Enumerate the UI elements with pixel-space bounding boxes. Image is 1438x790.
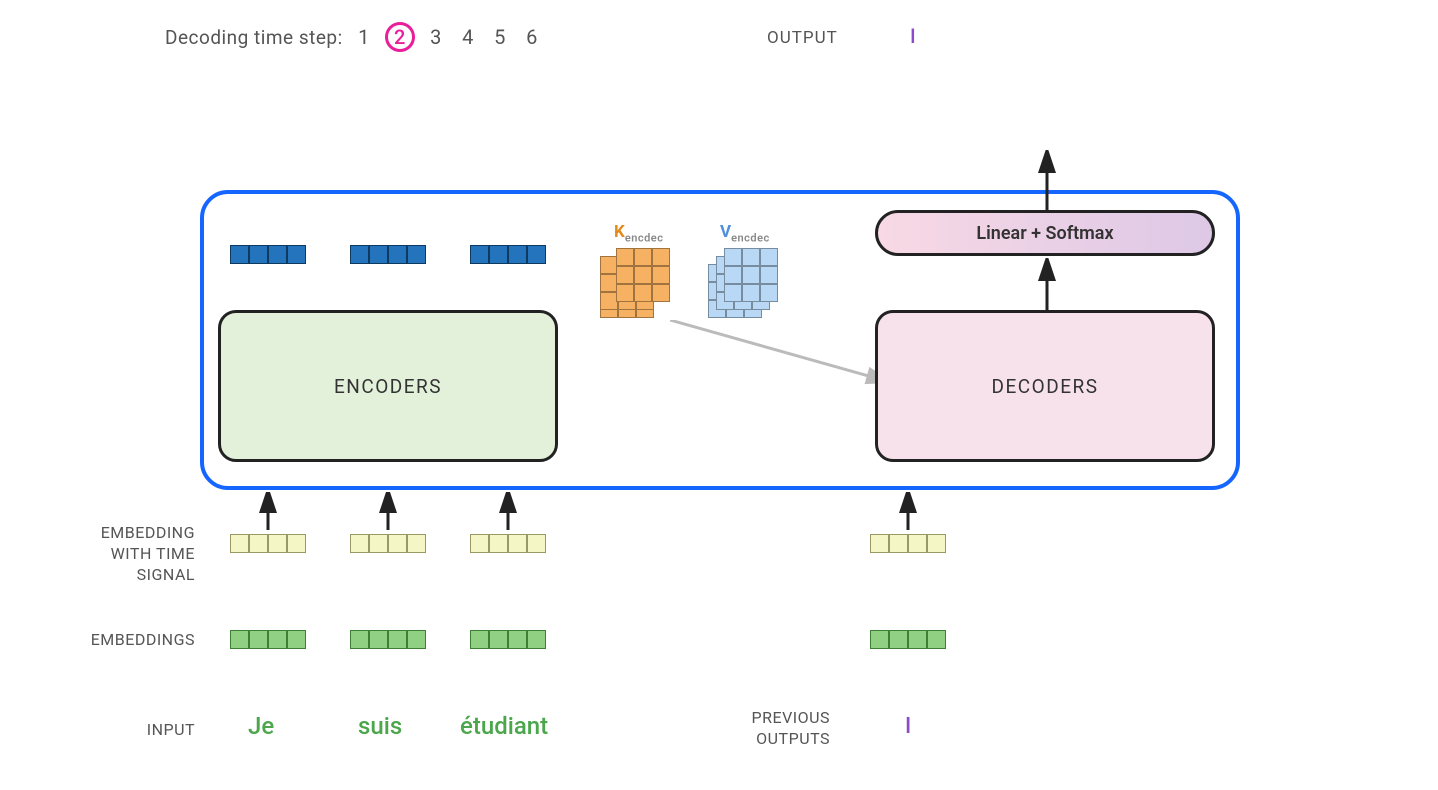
embed-arrow-dec <box>896 492 920 532</box>
embed-vec-dec <box>870 630 946 649</box>
v-matrix-icon <box>708 248 780 320</box>
timestep-1: 1 <box>353 25 375 49</box>
timestep-2: 2 <box>385 22 415 52</box>
input-label: INPUT <box>30 720 195 741</box>
timestep-label: Decoding time step: <box>165 26 343 49</box>
timestep-5: 5 <box>489 25 511 49</box>
embedding-time-line2: WITH TIME <box>111 544 195 563</box>
k-sub: encdec <box>625 231 664 244</box>
embed-arrow-2 <box>376 492 400 532</box>
input-token-3: étudiant <box>460 712 548 740</box>
linear-softmax-label: Linear + Softmax <box>976 223 1113 244</box>
decoders-block: DECODERS <box>875 310 1215 462</box>
embed-arrow-1 <box>256 492 280 532</box>
embed-vec-1 <box>230 630 306 649</box>
input-token-1: Je <box>248 712 274 740</box>
embed-arrow-3 <box>496 492 520 532</box>
embedding-time-line3: SIGNAL <box>137 565 195 584</box>
output-label: OUTPUT <box>767 28 838 48</box>
embedding-time-line1: EMBEDDING <box>101 523 195 542</box>
output-token: I <box>910 24 916 48</box>
time-embed-vec-1 <box>230 534 306 553</box>
time-embed-vec-3 <box>470 534 546 553</box>
encoder-output-vec-1 <box>230 245 306 264</box>
v-sub: encdec <box>731 231 770 244</box>
time-embed-vec-2 <box>350 534 426 553</box>
previous-outputs-line1: PREVIOUS <box>752 708 830 727</box>
k-letter: K <box>614 222 625 242</box>
previous-outputs-line2: OUTPUTS <box>756 729 830 748</box>
timestep-6: 6 <box>521 25 543 49</box>
k-encdec-label: Kencdec <box>614 222 663 244</box>
timestep-3: 3 <box>425 25 447 49</box>
encoder-output-vec-2 <box>350 245 426 264</box>
embedding-time-label: EMBEDDING WITH TIME SIGNAL <box>30 523 195 585</box>
previous-output-token: I <box>905 714 911 739</box>
embeddings-label: EMBEDDINGS <box>30 630 195 651</box>
encoders-label: ENCODERS <box>334 375 442 398</box>
encoder-output-vec-3 <box>470 245 546 264</box>
encoders-block: ENCODERS <box>218 310 558 462</box>
timestep-4: 4 <box>457 25 479 49</box>
embed-vec-3 <box>470 630 546 649</box>
previous-outputs-label: PREVIOUS OUTPUTS <box>680 708 830 750</box>
v-encdec-label: Vencdec <box>720 222 770 244</box>
decoders-label: DECODERS <box>992 375 1099 398</box>
embed-vec-2 <box>350 630 426 649</box>
time-embed-vec-dec <box>870 534 946 553</box>
linear-to-output-arrow <box>1035 150 1059 212</box>
v-letter: V <box>720 222 731 242</box>
linear-softmax-block: Linear + Softmax <box>875 210 1215 256</box>
kv-to-decoders-arrow <box>670 320 910 400</box>
timestep-row: Decoding time step: 1 2 3 4 5 6 <box>165 22 543 52</box>
k-matrix-icon <box>600 248 672 320</box>
input-token-2: suis <box>358 712 402 740</box>
decoders-to-linear-arrow <box>1035 258 1059 312</box>
